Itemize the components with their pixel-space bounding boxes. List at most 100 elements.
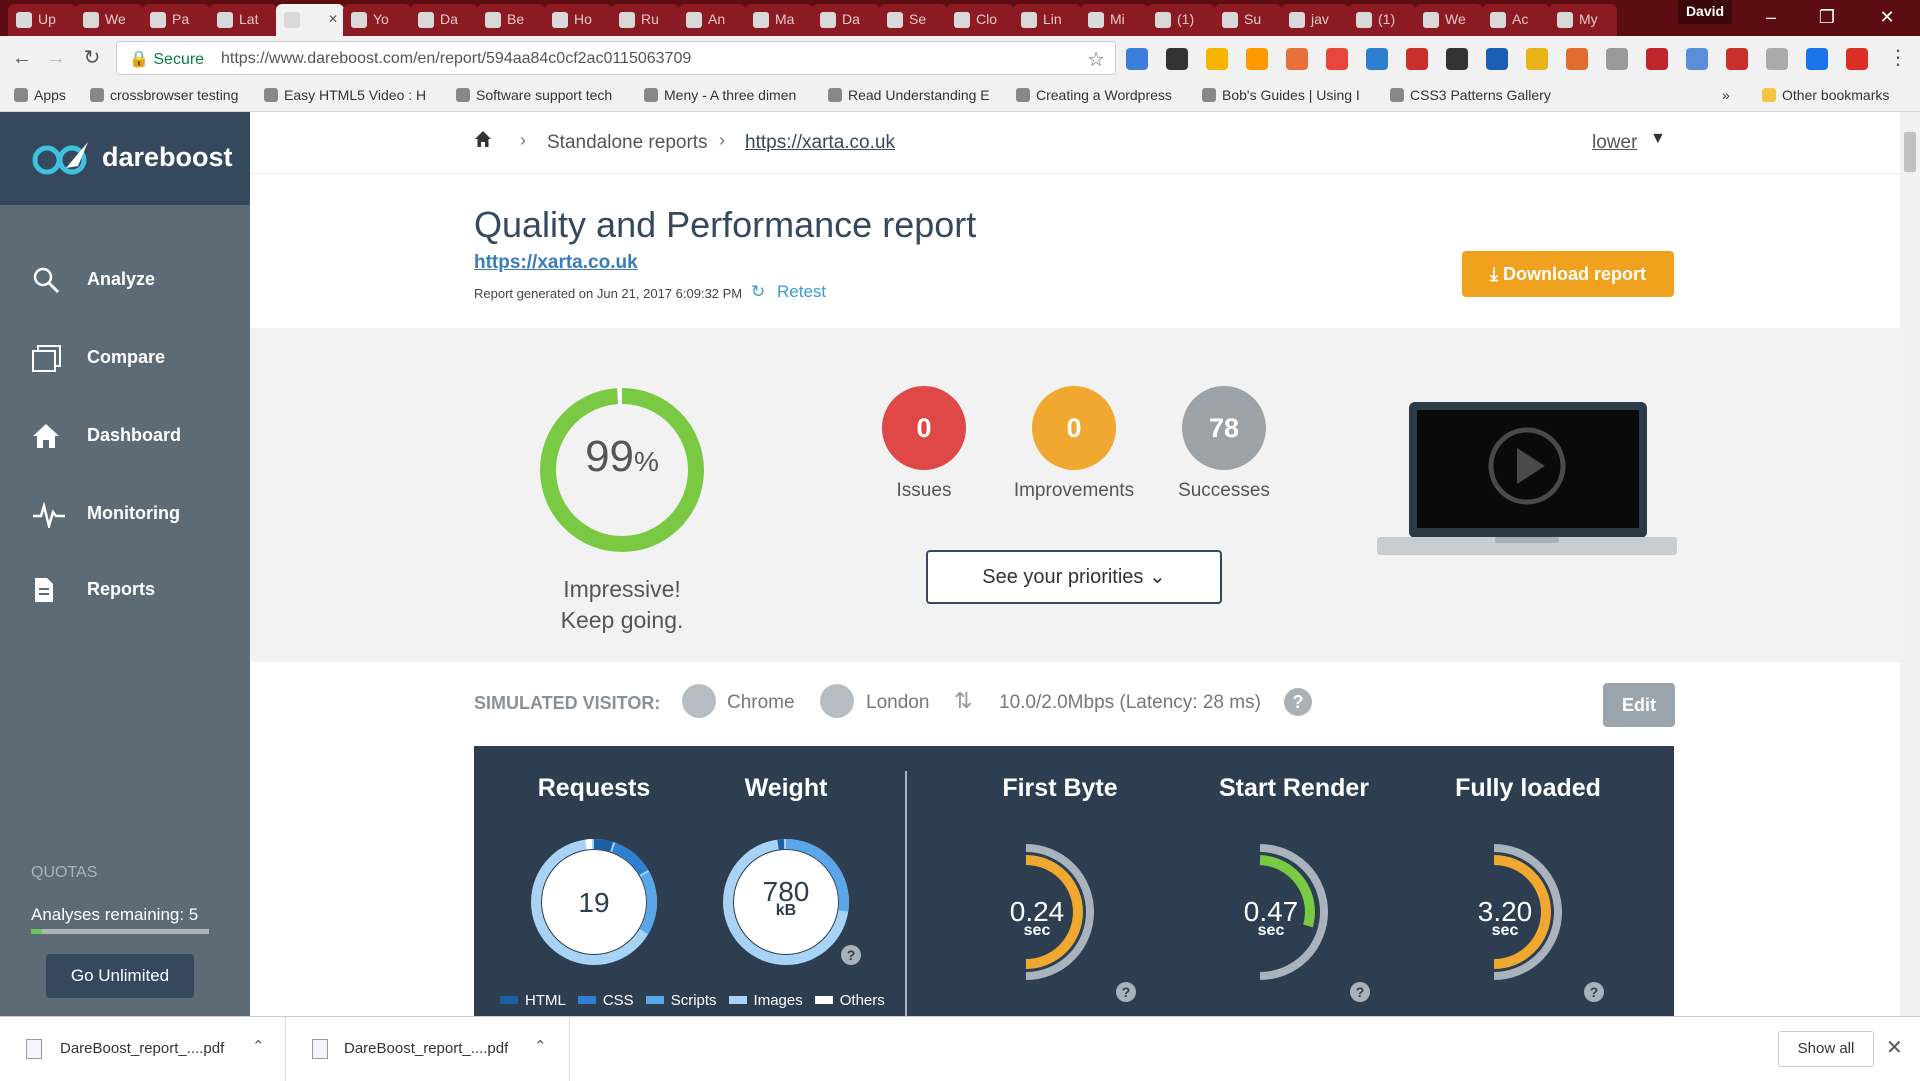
browser-tab[interactable]: Ac — [1482, 4, 1550, 36]
bookmark-item[interactable]: Creating a Wordpress — [1016, 87, 1172, 103]
sidebar-item-dashboard[interactable]: Dashboard — [0, 408, 250, 464]
other-bookmarks[interactable]: Other bookmarks — [1762, 87, 1889, 103]
bookmark-item[interactable]: Read Understanding E — [828, 87, 990, 103]
improvements-badge[interactable]: 0 — [1032, 386, 1116, 470]
browser-tab[interactable]: Clo — [946, 4, 1014, 36]
restore-button[interactable]: ❐ — [1804, 0, 1850, 36]
edit-button[interactable]: Edit — [1603, 683, 1675, 727]
extension-icon[interactable] — [1126, 48, 1148, 70]
extension-icon[interactable] — [1286, 48, 1308, 70]
apps-bookmark[interactable]: Apps — [14, 87, 66, 103]
successes-badge[interactable]: 78 — [1182, 386, 1266, 470]
browser-tab[interactable]: Su — [1214, 4, 1282, 36]
browser-tab[interactable]: jav — [1281, 4, 1349, 36]
extension-icon[interactable] — [1566, 48, 1588, 70]
extension-icon[interactable] — [1806, 48, 1828, 70]
browser-tab[interactable]: Ho — [544, 4, 612, 36]
menu-icon[interactable]: ⋮ — [1886, 46, 1910, 70]
extension-icon[interactable] — [1526, 48, 1548, 70]
browser-tab[interactable]: Up — [8, 4, 76, 36]
extension-icon[interactable] — [1246, 48, 1268, 70]
browser-tab[interactable]: Be — [477, 4, 545, 36]
browser-tab[interactable]: Lat — [209, 4, 277, 36]
help-icon[interactable]: ? — [841, 945, 861, 965]
close-window-button[interactable]: ✕ — [1864, 0, 1910, 36]
extension-icon[interactable] — [1686, 48, 1708, 70]
help-icon[interactable]: ? — [1584, 982, 1604, 1002]
minimize-button[interactable]: – — [1748, 0, 1794, 36]
browser-tab[interactable]: Da — [410, 4, 478, 36]
report-url-link[interactable]: https://xarta.co.uk — [474, 252, 638, 274]
address-bar[interactable]: 🔒 Secure https://www.dareboost.com/en/re… — [116, 41, 1116, 75]
close-icon[interactable]: ✕ — [1886, 1035, 1903, 1060]
extension-icon[interactable] — [1766, 48, 1788, 70]
video-player-thumbnail[interactable] — [1377, 400, 1677, 560]
refresh-icon[interactable]: ↻ — [751, 282, 765, 302]
retest-link[interactable]: Retest — [777, 282, 826, 302]
browser-tab[interactable]: We — [75, 4, 143, 36]
browser-tab[interactable]: (1) — [1348, 4, 1416, 36]
extension-icon[interactable] — [1446, 48, 1468, 70]
extension-icon[interactable] — [1606, 48, 1628, 70]
browser-tab[interactable]: (1) — [1147, 4, 1215, 36]
extension-icon[interactable] — [1486, 48, 1508, 70]
extension-icon[interactable] — [1366, 48, 1388, 70]
browser-tab[interactable]: Da — [812, 4, 880, 36]
secure-indicator[interactable]: 🔒 Secure — [129, 49, 204, 69]
language-selector[interactable]: lower — [1592, 132, 1637, 154]
bookmark-star-icon[interactable]: ☆ — [1087, 47, 1105, 72]
scrollbar-thumb[interactable] — [1904, 132, 1916, 172]
bookmarks-more-button[interactable]: » — [1722, 87, 1730, 103]
bookmark-item[interactable]: Bob's Guides | Using I — [1202, 87, 1360, 103]
scrollbar[interactable] — [1900, 112, 1920, 1016]
extension-icon[interactable] — [1166, 48, 1188, 70]
logo-bar[interactable]: dareboost — [0, 112, 250, 205]
help-icon[interactable]: ? — [1284, 688, 1312, 716]
download-item[interactable]: DareBoost_report_....pdf ⌃ — [0, 1017, 286, 1081]
extension-icon[interactable] — [1326, 48, 1348, 70]
caret-down-icon[interactable]: ▼ — [1650, 130, 1666, 148]
back-icon[interactable]: ← — [10, 46, 34, 70]
close-tab-icon[interactable]: ✕ — [328, 4, 338, 34]
browser-tab[interactable]: An — [678, 4, 746, 36]
browser-tab[interactable]: Yo — [343, 4, 411, 36]
browser-tab[interactable]: Lin — [1013, 4, 1081, 36]
browser-tab[interactable]: Se — [879, 4, 947, 36]
browser-tab[interactable]: My — [1549, 4, 1617, 36]
download-item[interactable]: DareBoost_report_....pdf ⌃ — [286, 1017, 570, 1081]
help-icon[interactable]: ? — [1116, 982, 1136, 1002]
bookmark-item[interactable]: crossbrowser testing — [90, 87, 238, 103]
sidebar-item-reports[interactable]: Reports — [0, 562, 250, 618]
bookmark-item[interactable]: Easy HTML5 Video : H — [264, 87, 426, 103]
chevron-up-icon[interactable]: ⌃ — [252, 1037, 265, 1055]
sidebar-item-monitoring[interactable]: Monitoring — [0, 486, 250, 542]
bookmark-item[interactable]: Meny - A three dimen — [644, 87, 796, 103]
breadcrumb-current-url[interactable]: https://xarta.co.uk — [745, 132, 895, 154]
issues-badge[interactable]: 0 — [882, 386, 966, 470]
browser-tab[interactable]: We — [1415, 4, 1483, 36]
help-icon[interactable]: ? — [1350, 982, 1370, 1002]
profile-badge[interactable]: David — [1678, 0, 1732, 24]
browser-tab[interactable]: Pa — [142, 4, 210, 36]
browser-tab[interactable]: ✕ — [276, 4, 344, 36]
sidebar-item-analyze[interactable]: Analyze — [0, 252, 250, 308]
breadcrumb-standalone-reports[interactable]: Standalone reports — [547, 132, 708, 154]
extension-icon[interactable] — [1206, 48, 1228, 70]
extension-icon[interactable] — [1726, 48, 1748, 70]
extension-icon[interactable] — [1846, 48, 1868, 70]
sidebar-item-compare[interactable]: Compare — [0, 330, 250, 386]
chevron-up-icon[interactable]: ⌃ — [534, 1037, 547, 1055]
browser-tab[interactable]: Ru — [611, 4, 679, 36]
reload-icon[interactable]: ↻ — [80, 46, 104, 70]
go-unlimited-button[interactable]: Go Unlimited — [46, 954, 194, 998]
url-text[interactable]: https://www.dareboost.com/en/report/594a… — [221, 50, 691, 68]
download-report-button[interactable]: ⤓ Download report — [1462, 251, 1674, 297]
see-priorities-button[interactable]: See your priorities ⌄ — [926, 550, 1222, 604]
forward-icon[interactable]: → — [44, 46, 68, 70]
bookmark-item[interactable]: Software support tech — [456, 87, 612, 103]
browser-tab[interactable]: Mi — [1080, 4, 1148, 36]
extension-icon[interactable] — [1406, 48, 1428, 70]
browser-tab[interactable]: Ma — [745, 4, 813, 36]
show-all-button[interactable]: Show all — [1778, 1031, 1874, 1067]
home-icon[interactable] — [474, 130, 492, 154]
